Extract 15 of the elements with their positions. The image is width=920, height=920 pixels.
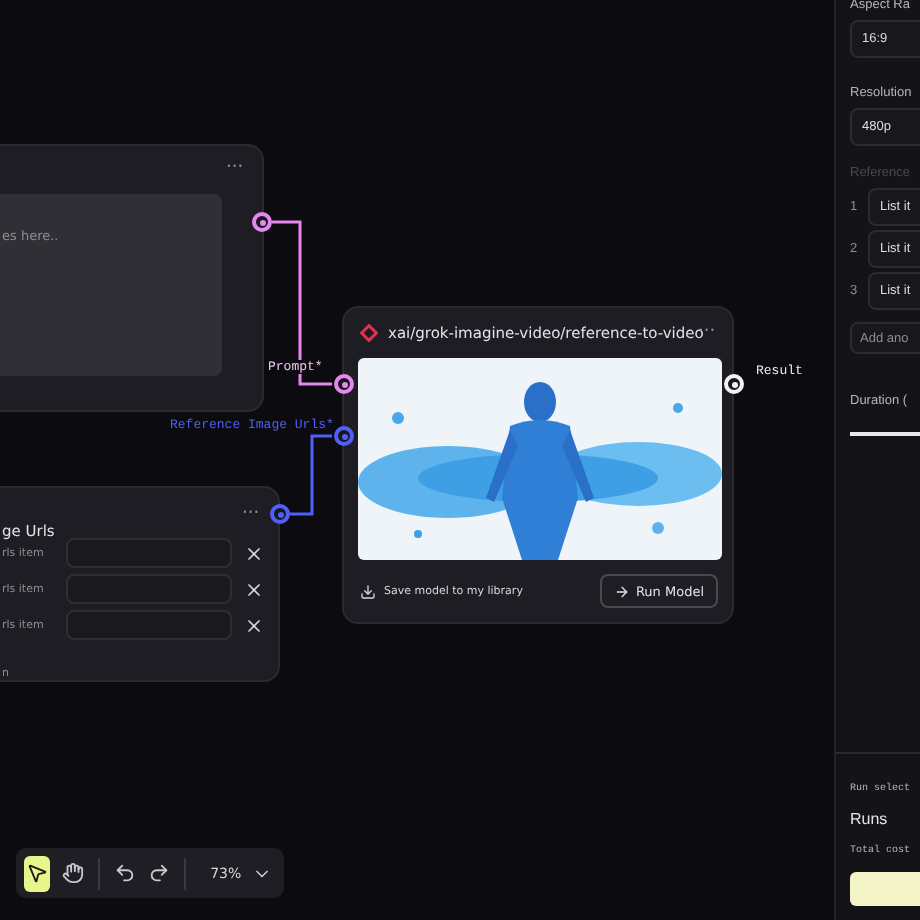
input-port[interactable] bbox=[334, 374, 354, 394]
tool-button[interactable] bbox=[24, 855, 51, 891]
hand-icon bbox=[61, 862, 84, 884]
diamond-icon bbox=[360, 324, 378, 342]
redo-icon bbox=[148, 862, 171, 884]
output-port[interactable] bbox=[252, 212, 272, 232]
pointer-icon bbox=[26, 862, 49, 884]
undo-icon bbox=[113, 862, 136, 884]
connector-wire bbox=[290, 434, 332, 516]
download-icon bbox=[360, 583, 376, 599]
runs-heading: Runs bbox=[850, 810, 888, 828]
more-menu[interactable]: ··· bbox=[226, 158, 244, 178]
arrow-icon bbox=[613, 583, 630, 599]
more-menu[interactable]: ··· bbox=[242, 504, 260, 524]
input-port[interactable] bbox=[334, 426, 354, 446]
